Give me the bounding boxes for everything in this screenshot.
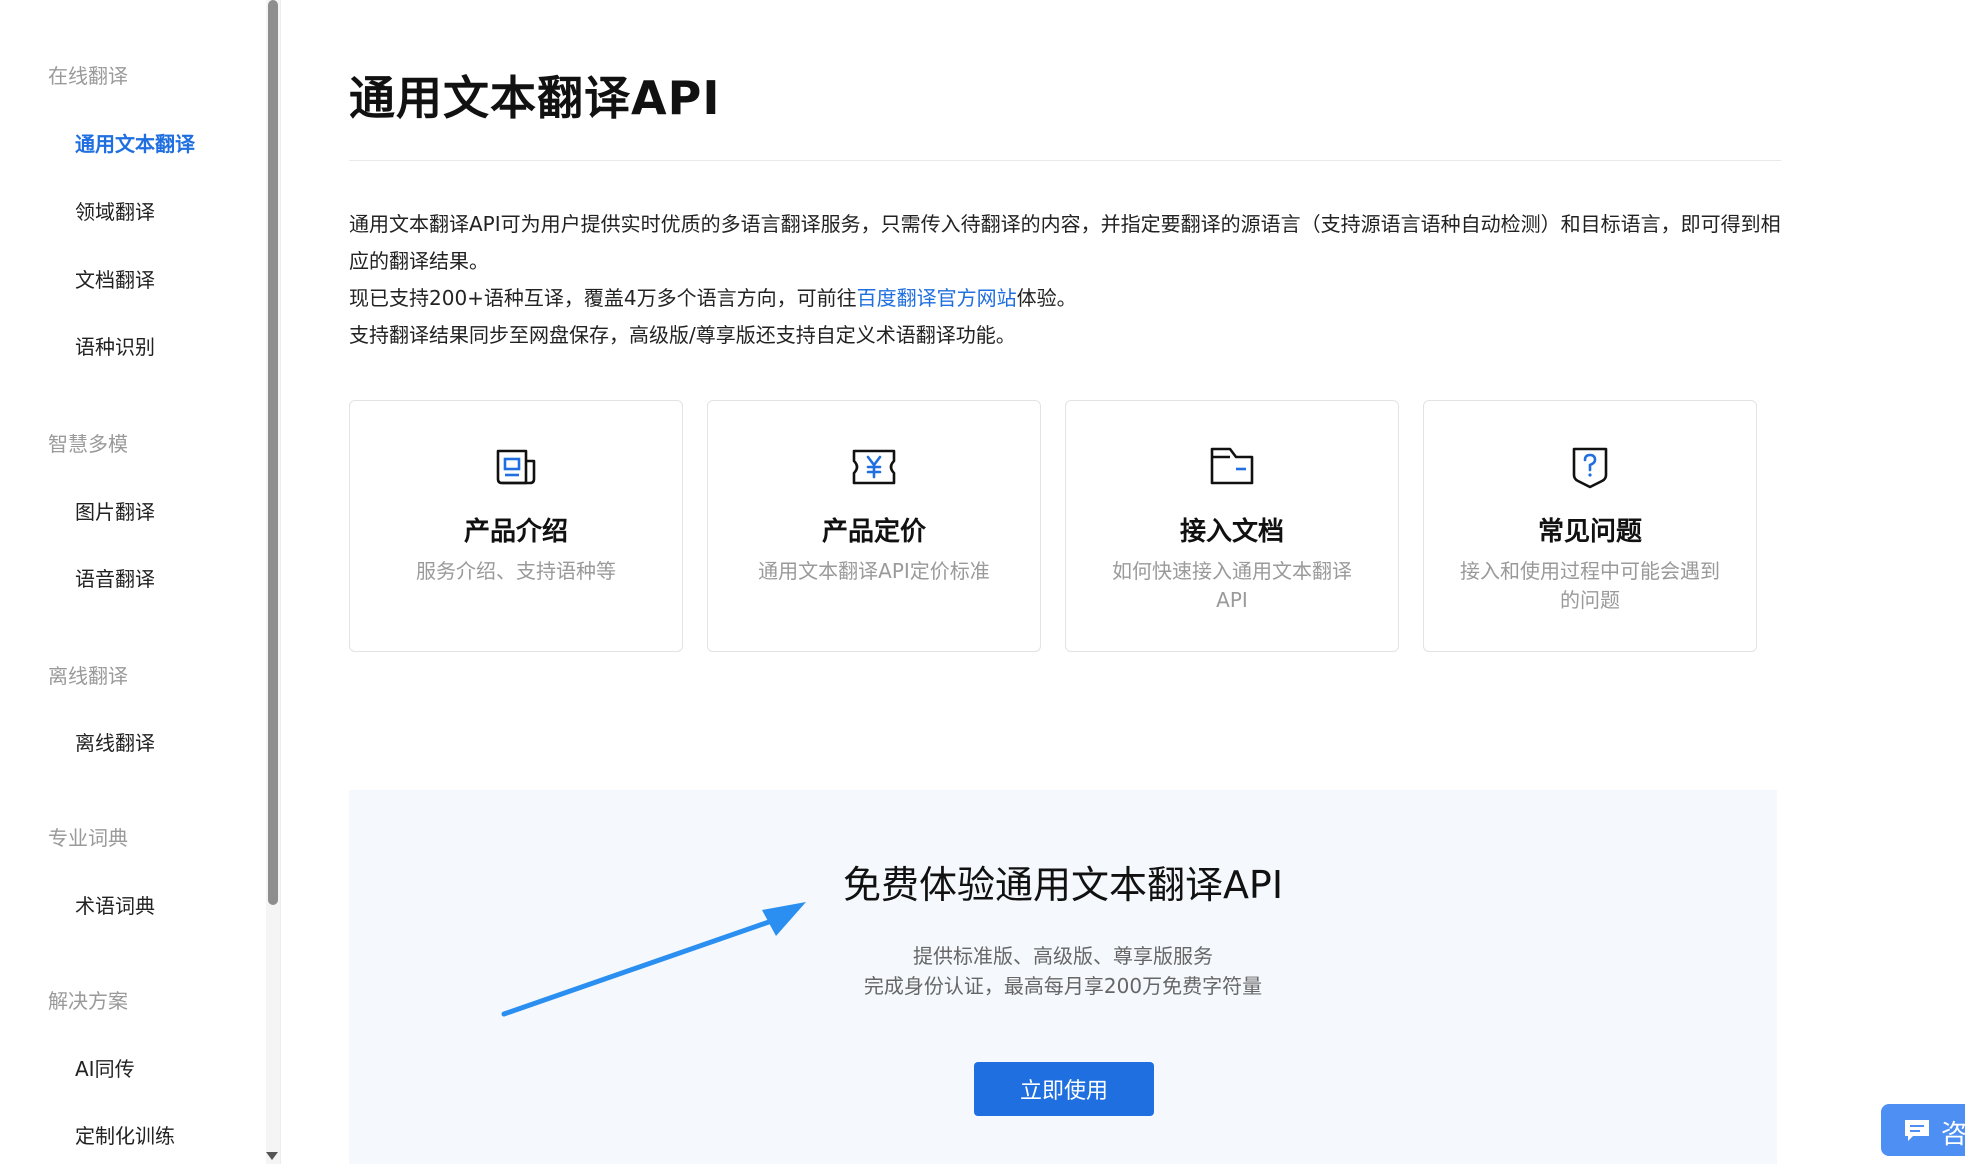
annotation-arrow-icon: [501, 902, 806, 1017]
chat-icon: [1905, 1120, 1929, 1141]
card-desc: 服务介绍、支持语种等: [416, 559, 616, 583]
sidebar-group-multimodal: 智慧多模: [48, 432, 128, 456]
card-title: 产品介绍: [463, 517, 568, 547]
sidebar-group-dictionary: 专业词典: [48, 826, 128, 850]
sidebar-scrollbar-thumb[interactable]: [268, 0, 278, 905]
yuan-ticket-icon: [852, 449, 896, 485]
scroll-down-arrow-icon[interactable]: [266, 1152, 278, 1160]
description-line-2-prefix: 现已支持200+语种互译，覆盖4万多个语言方向，可前往: [349, 286, 857, 310]
description-line-1: 通用文本翻译API可为用户提供实时优质的多语言翻译服务，只需传入待翻译的内容，并…: [349, 212, 1781, 273]
sidebar-item-general-text-translation[interactable]: 通用文本翻译: [75, 128, 195, 157]
card-desc: 接入和使用过程中可能会遇到的问题: [1460, 559, 1720, 612]
document-icon: [496, 449, 536, 485]
sidebar-group-online-translation: 在线翻译: [48, 64, 128, 88]
card-product-pricing[interactable]: 产品定价 通用文本翻译API定价标准: [707, 400, 1041, 652]
page-title: 通用文本翻译API: [349, 71, 721, 125]
card-desc: 通用文本翻译API定价标准: [758, 559, 990, 583]
sidebar-item-image-translation[interactable]: 图片翻译: [75, 496, 155, 525]
sidebar-item-offline-translation[interactable]: 离线翻译: [75, 727, 155, 756]
sidebar-item-document-translation[interactable]: 文档翻译: [75, 264, 155, 293]
card-title: 常见问题: [1537, 517, 1642, 547]
baidu-translate-link[interactable]: 百度翻译官方网站: [857, 286, 1017, 310]
sidebar-item-term-dictionary[interactable]: 术语词典: [75, 890, 155, 919]
use-now-button[interactable]: 立即使用: [974, 1062, 1154, 1116]
sidebar-group-solutions: 解决方案: [48, 989, 128, 1013]
sidebar-item-custom-training[interactable]: 定制化训练: [75, 1120, 175, 1149]
card-product-intro[interactable]: 产品介绍 服务介绍、支持语种等: [349, 400, 683, 652]
description-line-2-suffix: 体验。: [1016, 286, 1077, 310]
title-divider: [349, 160, 1781, 161]
description: 通用文本翻译API可为用户提供实时优质的多语言翻译服务，只需传入待翻译的内容，并…: [349, 206, 1789, 354]
sidebar-item-language-detection[interactable]: 语种识别: [75, 331, 155, 360]
sidebar-item-domain-translation[interactable]: 领域翻译: [75, 196, 155, 225]
sidebar-item-ai-interpretation[interactable]: AI同传: [75, 1053, 135, 1082]
question-shield-icon: [1572, 447, 1608, 489]
description-line-2: 现已支持200+语种互译，覆盖4万多个语言方向，可前往百度翻译官方网站体验。: [349, 280, 1789, 317]
card-integration-docs[interactable]: 接入文档 如何快速接入通用文本翻译API: [1065, 400, 1399, 652]
card-faq[interactable]: 常见问题 接入和使用过程中可能会遇到的问题: [1423, 400, 1757, 652]
sidebar-group-offline-translation: 离线翻译: [48, 664, 128, 688]
card-desc: 如何快速接入通用文本翻译API: [1112, 559, 1352, 612]
sidebar: 在线翻译 通用文本翻译 领域翻译 文档翻译 语种识别 智慧多模 图片翻译 语音翻…: [0, 0, 266, 1164]
card-grid: 产品介绍 服务介绍、支持语种等 产品定价 通用文本翻译API定价标准 接入文档 …: [349, 400, 1789, 654]
card-title: 产品定价: [821, 517, 926, 547]
page: 在线翻译 通用文本翻译 领域翻译 文档翻译 语种识别 智慧多模 图片翻译 语音翻…: [0, 0, 1965, 1164]
card-title: 接入文档: [1179, 517, 1284, 547]
folder-icon: [1210, 447, 1254, 485]
consult-text: 咨: [1941, 1120, 1965, 1150]
description-line-3: 支持翻译结果同步至网盘保存，高级版/尊享版还支持自定义术语翻译功能。: [349, 323, 1016, 347]
sidebar-item-speech-translation[interactable]: 语音翻译: [75, 563, 155, 592]
consult-widget[interactable]: 咨: [1881, 1104, 1965, 1156]
